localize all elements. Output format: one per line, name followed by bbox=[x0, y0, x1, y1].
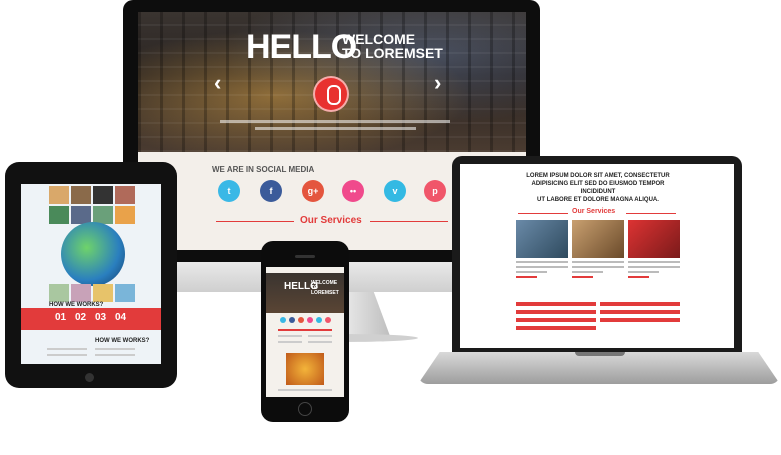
step-number: 01 bbox=[55, 312, 67, 323]
facebook-icon[interactable]: f bbox=[260, 180, 282, 202]
laptop-screen: LOREM IPSUM DOLOR SIT AMET, CONSECTETUR … bbox=[460, 164, 734, 348]
gallery-tile[interactable] bbox=[93, 284, 113, 302]
globe-image bbox=[61, 222, 125, 286]
text-line bbox=[95, 348, 135, 350]
service-image[interactable] bbox=[628, 220, 680, 258]
hero-title-big: HELLO bbox=[246, 28, 357, 66]
laptop-notch bbox=[575, 352, 625, 356]
step-number: 04 bbox=[115, 312, 127, 323]
vimeo-icon[interactable] bbox=[316, 317, 322, 323]
flickr-icon[interactable]: •• bbox=[342, 180, 364, 202]
steps-banner bbox=[21, 308, 161, 330]
laptop-services-divider-right bbox=[626, 213, 676, 214]
twitter-icon[interactable] bbox=[280, 317, 286, 323]
pinterest-icon[interactable]: p bbox=[424, 180, 446, 202]
phone-feature-image[interactable] bbox=[286, 353, 324, 385]
service-description bbox=[628, 261, 680, 281]
phone-home-button[interactable] bbox=[298, 402, 312, 416]
list-item[interactable] bbox=[600, 310, 680, 314]
googleplus-icon[interactable]: g+ bbox=[302, 180, 324, 202]
list-item[interactable] bbox=[600, 302, 680, 306]
gallery-tile[interactable] bbox=[71, 186, 91, 204]
twitter-icon[interactable]: t bbox=[218, 180, 240, 202]
step-number: 02 bbox=[75, 312, 87, 323]
text-line bbox=[278, 341, 302, 343]
laptop-headline-line-1: LOREM IPSUM DOLOR SIT AMET, CONSECTETUR bbox=[526, 173, 670, 179]
step-number: 03 bbox=[95, 312, 107, 323]
hero-title-line-2: TO LOREMSET bbox=[342, 45, 443, 61]
text-line bbox=[278, 335, 302, 337]
gallery-tile[interactable] bbox=[93, 186, 113, 204]
device-mockup-scene: HELLO WELCOME TO LOREMSET ‹ › WE ARE IN … bbox=[0, 0, 781, 455]
text-line bbox=[308, 341, 332, 343]
service-description bbox=[516, 261, 568, 281]
service-image[interactable] bbox=[572, 220, 624, 258]
gallery-tile[interactable] bbox=[49, 284, 69, 302]
list-item[interactable] bbox=[600, 318, 680, 322]
how-we-works-heading-2: HOW WE WORKS? bbox=[95, 338, 150, 344]
list-item[interactable] bbox=[516, 318, 596, 322]
tablet-screen: HOW WE WORKS? 01 02 03 04 HOW WE WORKS? bbox=[21, 184, 161, 364]
googleplus-icon[interactable] bbox=[298, 317, 304, 323]
text-line bbox=[278, 389, 332, 391]
gallery-tile[interactable] bbox=[71, 284, 91, 302]
gallery-tile[interactable] bbox=[49, 186, 69, 204]
list-item[interactable] bbox=[516, 310, 596, 314]
phone-speaker bbox=[295, 255, 315, 258]
phone-screen: HELLO WELCOME TO LOREMSET bbox=[266, 267, 344, 397]
laptop-headline-line-3: UT LABORE ET DOLORE MAGNA ALIQUA. bbox=[537, 197, 659, 203]
next-arrow-icon[interactable]: › bbox=[434, 70, 441, 96]
laptop-headline-line-2: ADIPISICING ELIT SED DO EIUSMOD TEMPOR I… bbox=[531, 181, 665, 195]
flickr-icon[interactable] bbox=[307, 317, 313, 323]
scroll-mouse-icon[interactable] bbox=[313, 76, 349, 112]
hero-title-line-1: WELCOME bbox=[342, 31, 416, 47]
text-line bbox=[47, 348, 87, 350]
phone-hero-title-small: WELCOME TO LOREMSET bbox=[311, 281, 344, 296]
text-line bbox=[95, 354, 135, 356]
hero-banner: HELLO WELCOME TO LOREMSET ‹ › bbox=[138, 12, 526, 152]
gallery-tile[interactable] bbox=[115, 206, 135, 224]
gallery-tile[interactable] bbox=[115, 186, 135, 204]
services-divider-right bbox=[370, 221, 448, 222]
service-image[interactable] bbox=[516, 220, 568, 258]
services-divider-left bbox=[216, 221, 294, 222]
service-description bbox=[572, 261, 624, 281]
text-line bbox=[47, 354, 87, 356]
text-line bbox=[308, 335, 332, 337]
facebook-icon[interactable] bbox=[289, 317, 295, 323]
pinterest-icon[interactable] bbox=[325, 317, 331, 323]
vimeo-icon[interactable]: v bbox=[384, 180, 406, 202]
hero-description bbox=[220, 120, 450, 134]
services-heading: Our Services bbox=[300, 215, 362, 226]
laptop-headline: LOREM IPSUM DOLOR SIT AMET, CONSECTETUR … bbox=[520, 172, 676, 204]
phone-divider bbox=[278, 329, 332, 331]
hero-title-small: WELCOME TO LOREMSET bbox=[342, 32, 443, 60]
phone-hero-title-line-2: TO LOREMSET bbox=[311, 285, 339, 296]
gallery-tile[interactable] bbox=[49, 206, 69, 224]
laptop-base bbox=[418, 352, 780, 384]
tablet-home-button[interactable] bbox=[85, 373, 94, 382]
laptop-services-heading: Our Services bbox=[572, 208, 616, 215]
gallery-tile[interactable] bbox=[115, 284, 135, 302]
prev-arrow-icon[interactable]: ‹ bbox=[214, 70, 221, 96]
list-item[interactable] bbox=[516, 302, 596, 306]
laptop-services-divider-left bbox=[518, 213, 568, 214]
social-media-heading: WE ARE IN SOCIAL MEDIA bbox=[212, 165, 315, 174]
list-item[interactable] bbox=[516, 326, 596, 330]
